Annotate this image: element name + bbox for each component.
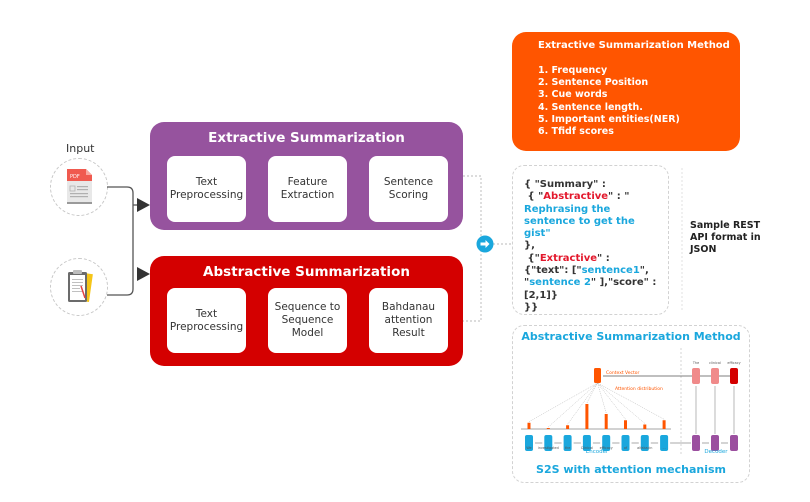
attention-line	[597, 382, 607, 414]
encoder-word: ...	[662, 446, 665, 450]
attention-bar	[527, 422, 531, 429]
step-label: Bahdanau attention Result	[381, 301, 436, 339]
output-arrow-icon[interactable]	[476, 235, 494, 253]
encoder-label: Encoder	[586, 449, 609, 455]
json-punct: " : "	[608, 191, 630, 203]
decoder-word: The	[692, 361, 699, 365]
extractive-method-list: 1. Frequency 2. Sentence Position 3. Cue…	[538, 65, 740, 138]
json-punct: { "	[524, 191, 544, 203]
extractive-method-card: Extractive Summarization Method 1. Frequ…	[512, 32, 740, 151]
step-label: Feature Extraction	[280, 176, 335, 201]
extractive-summarization-panel: Extractive Summarization Text Preprocess…	[150, 122, 463, 230]
encoder-word: alfakacin	[637, 446, 652, 450]
method-item: 6. Tfidf scores	[538, 126, 614, 138]
json-key-extractive: Extractive	[539, 252, 597, 264]
decoder-cell	[692, 435, 700, 451]
json-line: },	[524, 240, 535, 252]
arrow-to-extractive	[137, 198, 150, 212]
json-key-abstractive: Abstractive	[543, 191, 609, 203]
pdf-file-icon: PDF	[67, 169, 92, 204]
attention-bar	[643, 424, 647, 429]
extractive-method-title: Extractive Summarization Method	[538, 40, 730, 51]
step-label: Sentence Scoring	[383, 176, 434, 201]
attention-line	[548, 382, 598, 428]
encoder-word: We	[526, 446, 531, 450]
json-line: {"text": ["sentence1",	[524, 265, 668, 277]
context-vector-label: Context Vector	[606, 370, 640, 376]
json-sentence2: sentence 2	[529, 277, 591, 289]
json-value-abstractive: Rephrasing the sentence to get the gist"	[524, 203, 635, 240]
step-feature-extraction[interactable]: Feature Extraction	[268, 156, 347, 222]
s2s-attention-diagram: Context Vector Attention distribution We…	[521, 348, 741, 455]
abstractive-summarization-panel: Abstractive Summarization Text Preproces…	[150, 256, 463, 366]
connector-pdf	[107, 186, 134, 296]
json-punct: " ],"score" :	[590, 277, 657, 289]
method-item: 5. Important entities(NER)	[538, 113, 680, 125]
json-line: }}	[524, 301, 539, 313]
input-label: Input	[66, 142, 95, 155]
step-label: Sequence to Sequence Model	[274, 301, 341, 339]
step-seq2seq-model[interactable]: Sequence to Sequence Model	[268, 288, 347, 353]
attention-bar	[566, 425, 570, 429]
abstractive-method-footer: S2S with attention mechanism	[536, 463, 726, 476]
step-label: Text Preprocessing	[169, 176, 244, 201]
attention-bar	[546, 428, 550, 429]
json-sample-card: { "Summary" : { "Abstractive" : " Rephra…	[512, 165, 669, 315]
decoder-cell	[730, 435, 738, 451]
pdf-input[interactable]: PDF	[50, 158, 108, 216]
step-label: Text Preprocessing	[169, 307, 244, 333]
encoder-word: the	[565, 446, 571, 450]
step-bahdanau-attention[interactable]: Bahdanau attention Result	[369, 288, 448, 353]
attention-bar	[662, 420, 666, 429]
arrow-to-abstractive	[137, 267, 150, 281]
extractive-title: Extractive Summarization	[208, 130, 405, 146]
json-line: { "Abstractive" : "	[524, 191, 668, 203]
decoder-label: Decoder	[704, 449, 728, 455]
method-item: 1. Frequency	[538, 65, 608, 76]
json-punct: " :	[597, 252, 610, 264]
step-text-preprocessing[interactable]: Text Preprocessing	[167, 288, 246, 353]
method-item: 3. Cue words	[538, 89, 608, 101]
context-vector-cell	[594, 368, 601, 383]
decoder-output-cell	[692, 368, 700, 384]
attention-bar	[604, 414, 608, 429]
json-sentence1: sentence1	[581, 265, 640, 277]
json-line: { "Summary" :	[524, 179, 606, 190]
json-punct: {"	[524, 252, 540, 264]
decoder-output-cell	[711, 368, 719, 384]
abstractive-title: Abstractive Summarization	[203, 264, 410, 280]
encoder-group: We investigated the Clinical efficacy of alfak…	[525, 382, 669, 451]
attention-bar	[585, 404, 589, 429]
step-sentence-scoring[interactable]: Sentence Scoring	[369, 156, 448, 222]
json-line: [2,1]}	[524, 289, 558, 301]
method-item: 2. Sentence Position	[538, 77, 649, 89]
json-line: {"Extractive" :	[524, 253, 668, 265]
method-item: 4. Sentence length.	[538, 101, 643, 113]
pdf-badge: PDF	[70, 174, 80, 180]
rest-api-label: Sample REST API format in JSON	[690, 220, 761, 255]
json-line: "sentence 2" ],"score" :	[524, 277, 668, 289]
decoder-output-cell	[730, 368, 738, 384]
attention-distribution-label: Attention distribution	[615, 386, 663, 392]
json-punct: ",	[639, 265, 649, 277]
document-input[interactable]	[50, 258, 108, 316]
json-punct: {"text": ["	[524, 265, 582, 277]
clipboard-icon	[68, 270, 93, 302]
decoder-word: efficacy	[727, 361, 740, 365]
decoder-word: clinical	[709, 361, 721, 365]
attention-line	[567, 382, 598, 425]
step-text-preprocessing[interactable]: Text Preprocessing	[167, 156, 246, 222]
encoder-word: investigated	[538, 446, 559, 450]
attention-bar	[624, 420, 627, 429]
abstractive-method-card: Abstractive Summarization Method Context…	[512, 325, 750, 483]
